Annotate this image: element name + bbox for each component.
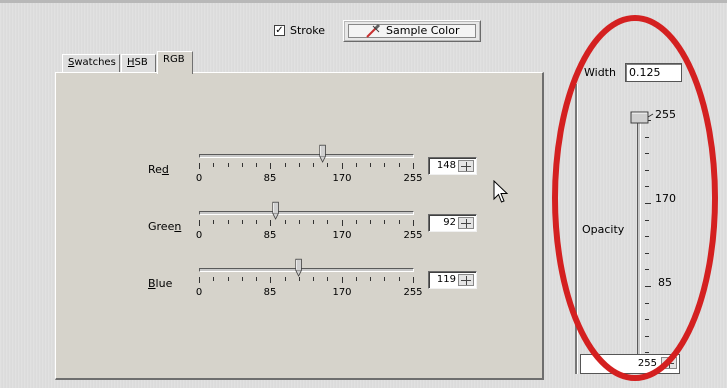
- mouse-pointer-icon: [493, 180, 509, 203]
- slider-ticks: [199, 163, 414, 169]
- check-mark-icon: ✓: [275, 25, 284, 36]
- spinner-arrows-icon[interactable]: [458, 217, 474, 229]
- slider-axis-label: 85: [263, 287, 277, 298]
- slider-axis-label: 0: [195, 287, 203, 298]
- top-border: [0, 0, 727, 3]
- slider-axis-label: 85: [263, 230, 277, 241]
- slider-label: Red: [148, 163, 169, 176]
- slider-label: Blue: [148, 277, 173, 290]
- slider-axis-label: 170: [332, 287, 352, 298]
- slider-track[interactable]: [199, 211, 414, 215]
- slider-track[interactable]: [199, 154, 414, 158]
- slider-thumb[interactable]: [319, 144, 327, 164]
- slider-axis-label: 0: [195, 173, 203, 184]
- slider-axis-label: 85: [263, 173, 277, 184]
- spinner-arrows-icon[interactable]: [458, 160, 474, 172]
- stroke-checkbox[interactable]: ✓: [274, 25, 285, 36]
- sample-color-label: Sample Color: [386, 24, 460, 37]
- tab-rgb[interactable]: RGB: [157, 51, 193, 74]
- slider-label: Green: [148, 220, 182, 233]
- slider-axis-label: 255: [403, 230, 423, 241]
- sample-color-button[interactable]: Sample Color: [343, 20, 481, 42]
- slider-value: 148: [436, 160, 456, 171]
- slider-axis-label: 255: [403, 173, 423, 184]
- slider-axis-label: 170: [332, 173, 352, 184]
- slider-value-stepper[interactable]: 92: [428, 214, 477, 232]
- eyedropper-icon: [366, 23, 381, 38]
- slider-axis-label: 255: [403, 287, 423, 298]
- slider-ticks: [199, 220, 414, 226]
- slider-ticks: [199, 277, 414, 283]
- spinner-arrows-icon[interactable]: [458, 274, 474, 286]
- slider-axis-label: 170: [332, 230, 352, 241]
- slider-thumb[interactable]: [295, 258, 303, 278]
- slider-thumb[interactable]: [272, 201, 280, 221]
- slider-value: 119: [436, 274, 456, 285]
- stroke-label: Stroke: [290, 24, 326, 37]
- tab-swatches[interactable]: Swatches: [62, 54, 120, 73]
- highlight-ellipse: [552, 15, 718, 381]
- slider-value: 92: [443, 217, 456, 228]
- tab-hsb[interactable]: HSB: [121, 54, 156, 73]
- slider-track[interactable]: [199, 268, 414, 272]
- slider-value-stepper[interactable]: 119: [428, 271, 477, 289]
- slider-value-stepper[interactable]: 148: [428, 157, 477, 175]
- slider-axis-label: 0: [195, 230, 203, 241]
